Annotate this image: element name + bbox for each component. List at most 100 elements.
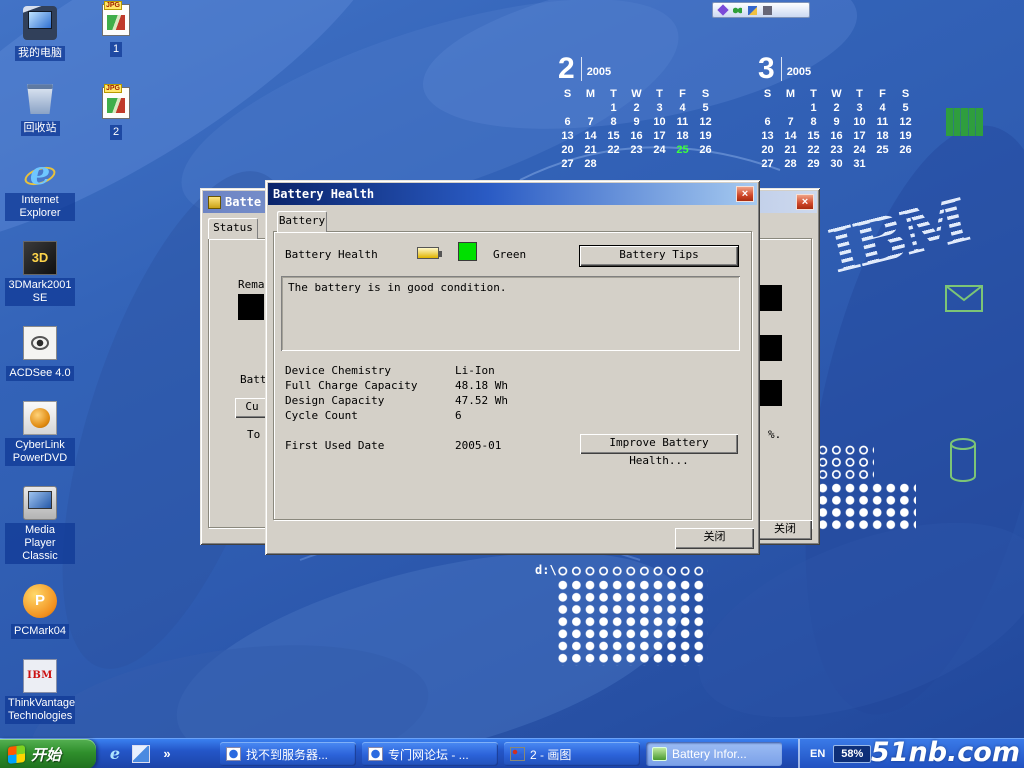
battery-detail-row: Full Charge Capacity48.18 Wh xyxy=(285,374,725,389)
desktop-icon-my-computer[interactable]: 我的电脑 xyxy=(5,6,75,61)
calendar-day-header: W xyxy=(825,88,848,102)
start-button[interactable]: 开始 xyxy=(0,739,96,768)
current-button[interactable]: Cu xyxy=(235,398,269,418)
calendar-date: 19 xyxy=(694,130,717,144)
desktop-icon-list: 我的电脑回收站 Internet Explorer 3DMark2001 SE ACD… xyxy=(5,6,75,724)
desktop-icon-label: 我的电脑 xyxy=(15,46,65,61)
percent-label: %. xyxy=(768,428,781,441)
battery-health-label: Battery Health xyxy=(285,248,378,261)
calendar-day-header: S xyxy=(756,88,779,102)
calendar-date: 28 xyxy=(779,158,802,172)
field-label: Cycle Count xyxy=(285,409,455,422)
calendar-date: 11 xyxy=(671,116,694,130)
battery-gauge xyxy=(760,285,782,311)
chevron-more-icon[interactable]: » xyxy=(158,745,176,763)
calendar-date: 4 xyxy=(671,102,694,116)
calendar-date xyxy=(871,158,894,172)
desktop-file-2[interactable]: 2 xyxy=(88,87,144,140)
battery-health-dialog: Battery Health × Battery Battery Health … xyxy=(265,180,760,555)
show-desktop-icon[interactable] xyxy=(132,745,150,763)
close-icon[interactable]: × xyxy=(796,194,814,210)
calendar-date: 5 xyxy=(694,102,717,116)
desktop-icon-internet-explorer[interactable]: Internet Explorer xyxy=(5,156,75,221)
ie-icon xyxy=(368,747,383,761)
calendar-date: 9 xyxy=(625,116,648,130)
calendar-date: 27 xyxy=(556,158,579,172)
calendar-month: 3 xyxy=(758,54,775,84)
calendar-date: 26 xyxy=(894,144,917,158)
close-icon[interactable]: × xyxy=(736,186,754,202)
desktop-icon-label: 3DMark2001 SE xyxy=(5,278,75,306)
desktop-icon-powerdvd[interactable]: CyberLink PowerDVD xyxy=(5,401,75,466)
desktop-icon-3dmark[interactable]: 3DMark2001 SE xyxy=(5,241,75,306)
dots-icon[interactable] xyxy=(733,6,742,15)
calendar-date: 8 xyxy=(802,116,825,130)
calendar-date: 4 xyxy=(871,102,894,116)
thinkvantage-icon xyxy=(23,659,57,693)
task-button-label: 找不到服务器... xyxy=(246,746,328,763)
desktop-icon-acdsee[interactable]: ACDSee 4.0 xyxy=(5,326,75,381)
desktop: IBM d:\ 2 2005 SMTWTFS123456789101112131… xyxy=(0,0,1024,768)
tab-status[interactable]: Status xyxy=(208,218,258,239)
desktop-icon-label: CyberLink PowerDVD xyxy=(5,438,75,466)
dot-pattern-rings xyxy=(816,444,874,482)
improve-battery-health-button[interactable]: Improve Battery Health... xyxy=(580,434,738,454)
tab-battery[interactable]: Battery xyxy=(277,211,327,232)
calendar-date xyxy=(694,158,717,172)
battery-indicator[interactable]: 58% xyxy=(833,745,871,763)
desktop-icon-recycle-bin[interactable]: 回收站 xyxy=(5,81,75,136)
task-button-label: 专门网论坛 - ... xyxy=(388,746,469,763)
desktop-icon-mpc[interactable]: Media Player Classic xyxy=(5,486,75,564)
dialog-titlebar[interactable]: Battery Health × xyxy=(268,183,757,205)
desktop-icon-thinkvantage[interactable]: ThinkVantage Technologies xyxy=(5,659,75,724)
language-bar[interactable] xyxy=(712,2,810,18)
calendar-day-header: F xyxy=(671,88,694,102)
condition-textbox[interactable]: The battery is in good condition. xyxy=(281,276,740,351)
calendar-header: 3 2005 xyxy=(756,54,926,88)
calendar-day-header: S xyxy=(694,88,717,102)
desktop-file-list: 12 xyxy=(88,4,144,140)
desktop-icon-pcmark[interactable]: PCMark04 xyxy=(5,584,75,639)
task-button[interactable]: 专门网论坛 - ... xyxy=(362,742,498,766)
calendar-date: 15 xyxy=(602,130,625,144)
internet-explorer-icon[interactable]: e xyxy=(106,745,124,763)
desktop-file-1[interactable]: 1 xyxy=(88,4,144,57)
calendar-date: 5 xyxy=(894,102,917,116)
battery-gauge xyxy=(760,335,782,361)
desktop-icon-label: ACDSee 4.0 xyxy=(6,366,73,381)
pen-icon[interactable] xyxy=(748,6,757,15)
task-button[interactable]: 找不到服务器... xyxy=(220,742,356,766)
calendar-date: 23 xyxy=(825,144,848,158)
battery-tips-button[interactable]: Battery Tips xyxy=(580,246,738,266)
battery-detail-fields: Device ChemistryLi-IonFull Charge Capaci… xyxy=(285,359,725,419)
close-button[interactable]: 关闭 xyxy=(758,520,812,540)
task-button-list: 找不到服务器... 专门网论坛 - ... 2 - 画图Battery Infor.… xyxy=(220,742,782,766)
calendar-date: 20 xyxy=(556,144,579,158)
diamond-icon[interactable] xyxy=(717,4,728,15)
dialog-title: Battery Health xyxy=(273,187,736,201)
calendar-march: 3 2005 SMTWTFS12345678910111213141516171… xyxy=(756,54,926,172)
calendar-month: 2 xyxy=(558,54,575,84)
calendar-date: 21 xyxy=(579,144,602,158)
calendar-date xyxy=(756,102,779,116)
task-button[interactable]: 2 - 画图 xyxy=(504,742,640,766)
grid-icon[interactable] xyxy=(763,6,772,15)
close-button[interactable]: 关闭 xyxy=(675,528,754,549)
jpg-file-icon xyxy=(102,87,130,119)
acdsee-icon xyxy=(23,326,57,360)
calendar-year: 2005 xyxy=(587,66,611,78)
jpg-file-icon xyxy=(102,4,130,36)
dot-pattern-filled xyxy=(816,482,916,532)
calendar-date: 15 xyxy=(802,130,825,144)
calendar-day-header: M xyxy=(579,88,602,102)
task-button[interactable]: Battery Infor... xyxy=(646,742,782,766)
calendar-date: 13 xyxy=(556,130,579,144)
language-indicator[interactable]: EN xyxy=(810,748,825,760)
dot-pattern-filled xyxy=(556,579,708,666)
3dmark-icon xyxy=(23,241,57,275)
calendar-date: 28 xyxy=(579,158,602,172)
calendar-date: 12 xyxy=(694,116,717,130)
recycle-bin-icon xyxy=(23,81,57,115)
battery-gauge xyxy=(238,294,264,320)
calendar-date xyxy=(779,102,802,116)
